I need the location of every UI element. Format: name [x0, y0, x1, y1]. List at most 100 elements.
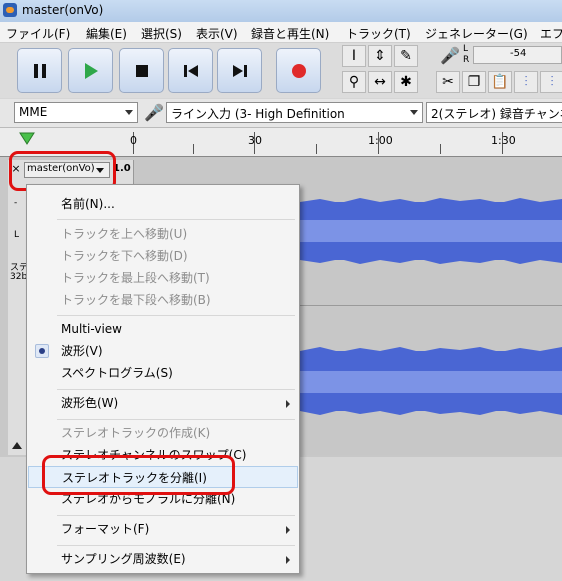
menu-item-wave-color[interactable]: 波形色(W)	[28, 392, 298, 414]
scale-mark: L	[14, 230, 20, 240]
microphone-icon: 🎤	[440, 46, 460, 65]
scissors-icon: ✂	[442, 74, 454, 90]
ruler-tick	[316, 144, 317, 154]
ruler-label: 30	[248, 134, 262, 147]
ruler-tick	[440, 144, 441, 154]
submenu-arrow-icon	[286, 556, 290, 564]
meter-l-label: L	[463, 44, 469, 54]
submenu-arrow-icon	[286, 526, 290, 534]
skip-to-end-button[interactable]	[217, 48, 262, 93]
menu-item-waveform-label: 波形(V)	[61, 344, 103, 358]
pencil-icon: ✎	[400, 48, 412, 64]
menu-transport[interactable]: 録音と再生(N)	[251, 25, 329, 42]
skip-end-icon	[232, 64, 247, 77]
ruler-tick	[193, 144, 194, 154]
menu-item-make-stereo: ステレオトラックの作成(K)	[61, 426, 211, 440]
paste-button[interactable]: 📋	[488, 71, 512, 93]
ruler-label: 0	[130, 134, 137, 147]
envelope-tool[interactable]: ⇕	[368, 45, 392, 67]
pause-button[interactable]	[17, 48, 62, 93]
menu-view[interactable]: 表示(V)	[196, 25, 238, 42]
menu-separator	[57, 219, 295, 220]
stop-icon	[135, 64, 148, 77]
record-button[interactable]	[276, 48, 321, 93]
device-toolbar: MME 🎤 ライン入力 (3- High Definition 2(ステレオ) …	[0, 99, 562, 128]
audio-host-value: MME	[19, 105, 48, 119]
copy-button[interactable]: ❐	[462, 71, 486, 93]
menu-item-format-label: フォーマット(F)	[61, 522, 150, 536]
waveform-right	[300, 347, 562, 415]
title-bar: master(onVo)	[0, 0, 562, 22]
channels-value: 2(ステレオ) 録音チャンネ	[431, 107, 562, 121]
pause-icon	[33, 63, 46, 78]
menu-file[interactable]: ファイル(F)	[6, 25, 70, 42]
play-icon	[84, 62, 98, 79]
skip-start-icon	[183, 64, 198, 77]
cut-button[interactable]: ✂	[436, 71, 460, 93]
annotation-box-split-stereo	[42, 455, 235, 495]
track-format-line2: 32b	[10, 272, 28, 282]
menu-separator	[57, 315, 295, 316]
multi-tool[interactable]: ✱	[394, 71, 418, 93]
menu-separator	[57, 419, 295, 420]
menu-item-waveform[interactable]: 波形(V)	[28, 340, 298, 362]
menu-item-spectrogram[interactable]: スペクトログラム(S)	[28, 362, 298, 384]
menu-separator	[57, 515, 295, 516]
meter-db-54: -54	[510, 48, 527, 59]
recording-device-value: ライン入力 (3- High Definition	[171, 107, 345, 121]
menu-select[interactable]: 選択(S)	[141, 25, 182, 42]
draw-tool[interactable]: ✎	[394, 45, 418, 67]
stop-button[interactable]	[119, 48, 164, 93]
radio-checked-icon	[35, 344, 49, 358]
waveform-left	[300, 198, 562, 264]
recording-device-select[interactable]: ライン入力 (3- High Definition	[166, 102, 423, 123]
menu-item-format[interactable]: フォーマット(F)	[28, 518, 298, 540]
menu-bar: ファイル(F) 編集(E) 選択(S) 表示(V) 録音と再生(N) トラック(…	[0, 22, 562, 43]
menu-item-sample-rate-label: サンプリング周波数(E)	[61, 552, 186, 566]
menu-item-wave-color-label: 波形色(W)	[61, 396, 119, 410]
menu-item-name[interactable]: 名前(N)...	[28, 193, 298, 215]
menu-edit[interactable]: 編集(E)	[86, 25, 127, 42]
timeshift-tool[interactable]: ↔	[368, 71, 392, 93]
chevron-down-icon	[125, 110, 133, 115]
menu-item-sample-rate[interactable]: サンプリング周波数(E)	[28, 548, 298, 570]
silence-waveform-icon: ⫶	[550, 74, 554, 90]
silence-button[interactable]: ⫶	[540, 71, 562, 93]
play-head-triangle-icon[interactable]	[19, 132, 35, 146]
track-context-menu: 名前(N)... トラックを上へ移動(U) トラックを下へ移動(D) トラックを…	[26, 184, 300, 574]
menu-item-move-down: トラックを下へ移動(D)	[61, 249, 188, 263]
audio-host-select[interactable]: MME	[14, 102, 138, 123]
clipboard-icon: 📋	[491, 74, 509, 90]
scale-mark: -	[14, 198, 18, 208]
window-title: master(onVo)	[22, 3, 104, 17]
record-icon	[291, 63, 306, 78]
trim-waveform-icon: ⫶	[524, 74, 528, 90]
ruler-label: 1:00	[368, 134, 393, 147]
trim-button[interactable]: ⫶	[514, 71, 538, 93]
play-button[interactable]	[68, 48, 113, 93]
menu-item-move-top: トラックを最上段へ移動(T)	[61, 271, 210, 285]
menu-effect[interactable]: エフ	[540, 25, 562, 42]
magnifier-icon: ⚲	[348, 74, 360, 90]
copy-icon: ❐	[467, 74, 481, 90]
envelope-icon: ⇕	[374, 48, 386, 64]
channels-select[interactable]: 2(ステレオ) 録音チャンネ	[426, 102, 562, 123]
meter-r-label: R	[463, 55, 470, 65]
menu-generate[interactable]: ジェネレーター(G)	[425, 25, 528, 42]
menu-item-move-up: トラックを上へ移動(U)	[61, 227, 188, 241]
selection-tool[interactable]: I	[342, 45, 366, 67]
skip-to-start-button[interactable]	[168, 48, 213, 93]
menu-item-multi-view[interactable]: Multi-view	[28, 318, 298, 340]
submenu-arrow-icon	[286, 400, 290, 408]
transport-toolbar: I ⇕ ✎ ⚲ ↔ ✱ 🎤 L R -54 ✂ ❐ 📋 ⫶ ⫶	[0, 43, 562, 98]
microphone-icon: 🎤	[144, 103, 164, 122]
asterisk-icon: ✱	[400, 74, 412, 90]
app-icon	[3, 3, 17, 17]
collapse-track-icon[interactable]	[11, 440, 23, 450]
ruler-label: 1:30	[491, 134, 516, 147]
menu-tracks[interactable]: トラック(T)	[346, 25, 411, 42]
menu-separator	[57, 545, 295, 546]
double-arrow-icon: ↔	[374, 74, 386, 90]
zoom-tool[interactable]: ⚲	[342, 71, 366, 93]
chevron-down-icon	[410, 110, 418, 115]
